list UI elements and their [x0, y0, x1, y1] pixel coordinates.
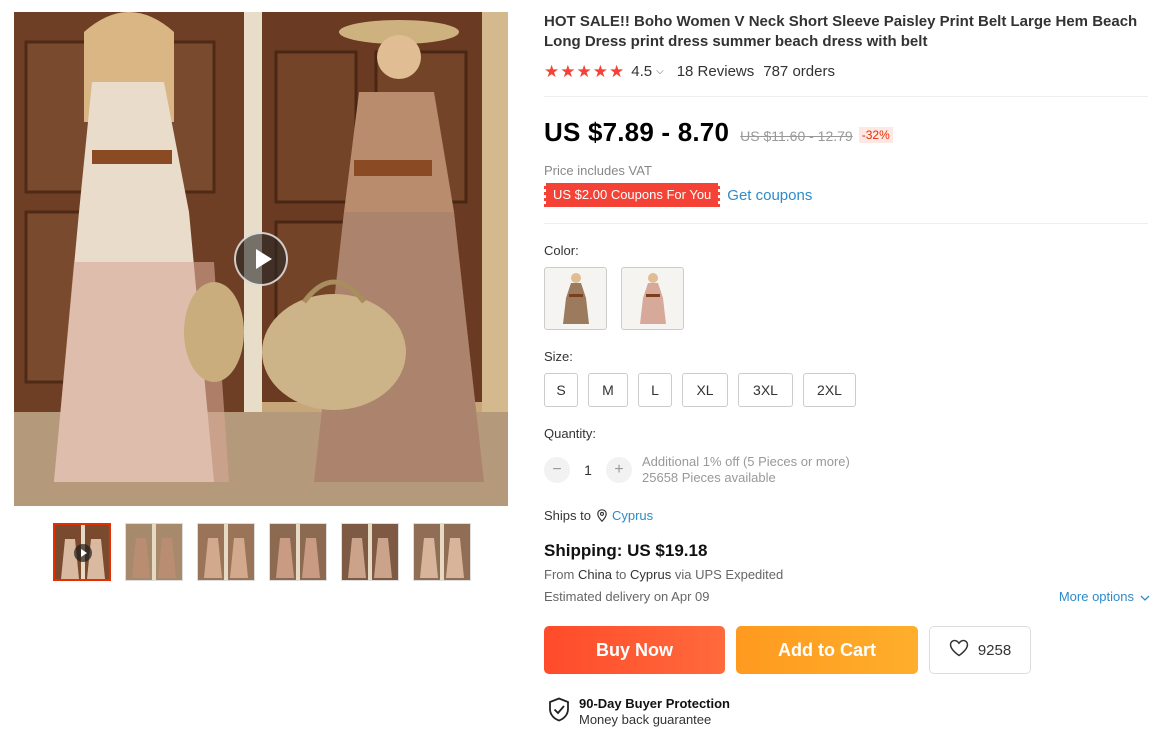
reviews-link[interactable]: 18 Reviews — [677, 63, 755, 80]
quantity-stepper: − 1 + Additional 1% off (5 Pieces or mor… — [544, 454, 1150, 486]
ships-to-row: Ships to Cyprus — [544, 508, 1150, 523]
quantity-label: Quantity: — [544, 426, 597, 441]
to-country: Cyprus — [630, 567, 672, 582]
thumbnail-image — [342, 524, 398, 580]
size-option-2xl[interactable]: 2XL — [803, 373, 856, 407]
color-swatches — [544, 267, 1150, 330]
color-swatch-floral[interactable] — [621, 267, 684, 330]
main-product-image[interactable] — [14, 12, 508, 506]
gallery-thumbnail[interactable] — [53, 523, 111, 581]
to-label: to — [615, 567, 627, 582]
gallery-thumbnail[interactable] — [413, 523, 471, 581]
protection-text: 90-Day Buyer Protection Money back guara… — [579, 696, 730, 728]
star-icon: ★ — [576, 62, 592, 81]
chevron-down-icon[interactable]: ⌵ — [656, 66, 664, 77]
gallery-thumbnail[interactable] — [125, 523, 183, 581]
thumbnail-image — [414, 524, 470, 580]
gallery-thumbnail[interactable] — [269, 523, 327, 581]
product-gallery — [14, 12, 508, 581]
thumbnail-image — [270, 524, 326, 580]
shipping-cost: Shipping: US $19.18 — [544, 541, 708, 560]
star-icon: ★ — [609, 62, 625, 81]
thumbnail-strip — [53, 523, 471, 581]
divider — [544, 96, 1148, 97]
swatch-image — [640, 273, 666, 324]
more-options-label: More options — [1058, 589, 1134, 604]
from-label: From — [544, 567, 575, 582]
size-option-3xl[interactable]: 3XL — [738, 373, 793, 407]
quantity-increase-button[interactable]: + — [606, 457, 632, 483]
play-icon — [255, 249, 272, 269]
estimated-delivery-row: Estimated delivery on Apr 09 More option… — [544, 589, 1150, 604]
rating-row: ★ ★ ★ ★ ★ 4.5 ⌵ 18 Reviews 787 orders — [544, 63, 1150, 80]
from-country: China — [577, 567, 612, 582]
product-title: HOT SALE!! Boho Women V Neck Short Sleev… — [544, 13, 1138, 50]
gallery-thumbnail[interactable] — [341, 523, 399, 581]
orders-count: 787 orders — [763, 63, 835, 80]
add-to-cart-button[interactable]: Add to Cart — [736, 626, 918, 674]
original-price: US $11.60 - 12.79 — [740, 128, 853, 144]
size-option-m[interactable]: M — [588, 373, 628, 407]
chevron-down-icon — [1140, 589, 1150, 604]
buyer-protection: 90-Day Buyer Protection Money back guara… — [548, 696, 1150, 728]
color-label: Color: — [544, 243, 579, 258]
rating-stars: ★ ★ ★ ★ ★ — [544, 63, 624, 80]
coupon-badge[interactable]: US $2.00 Coupons For You — [544, 183, 721, 207]
gallery-thumbnail[interactable] — [197, 523, 255, 581]
divider — [544, 223, 1148, 224]
location-pin-icon — [597, 509, 607, 522]
protection-title: 90-Day Buyer Protection — [579, 696, 730, 711]
star-icon: ★ — [560, 62, 576, 81]
ships-to-country[interactable]: Cyprus — [612, 508, 653, 523]
play-icon — [74, 544, 92, 562]
discount-badge: -32% — [858, 127, 893, 143]
size-option-xl[interactable]: XL — [682, 373, 728, 407]
shipping-route: From China to Cyprus via UPS Expedited — [544, 567, 1150, 582]
size-options: S M L XL 3XL 2XL — [544, 373, 1150, 407]
swatch-image — [563, 273, 589, 324]
quantity-note: Additional 1% off (5 Pieces or more) 256… — [642, 454, 850, 486]
available-pieces: 25658 Pieces available — [642, 470, 776, 485]
star-icon: ★ — [544, 62, 560, 81]
estimated-delivery: Estimated delivery on Apr 09 — [544, 589, 710, 604]
shield-check-icon — [548, 697, 570, 727]
size-label: Size: — [544, 349, 573, 364]
purchase-actions: Buy Now Add to Cart 9258 — [544, 626, 1150, 674]
get-coupons-link[interactable]: Get coupons — [727, 187, 812, 204]
quantity-value[interactable]: 1 — [570, 462, 606, 478]
wishlist-count: 9258 — [977, 641, 1012, 659]
more-options-link[interactable]: More options — [1059, 589, 1150, 604]
protection-subtitle: Money back guarantee — [579, 712, 712, 727]
star-icon: ★ — [592, 62, 608, 81]
thumbnail-image — [126, 524, 182, 580]
color-swatch-paisley[interactable] — [544, 267, 607, 330]
bulk-discount-note: Additional 1% off (5 Pieces or more) — [642, 454, 850, 469]
price-row: US $7.89 - 8.70 US $11.60 - 12.79 -32% — [544, 117, 1150, 148]
size-option-l[interactable]: L — [638, 373, 672, 407]
product-info: HOT SALE!! Boho Women V Neck Short Sleev… — [544, 12, 1150, 728]
buy-now-button[interactable]: Buy Now — [544, 626, 725, 674]
quantity-decrease-button[interactable]: − — [544, 457, 570, 483]
rating-value[interactable]: 4.5 — [631, 63, 652, 80]
coupon-row: US $2.00 Coupons For You Get coupons — [544, 183, 1150, 207]
ships-to-label: Ships to — [544, 508, 591, 523]
play-video-button[interactable] — [234, 232, 288, 286]
shipping-carrier: via UPS Expedited — [674, 567, 784, 582]
thumbnail-image — [198, 524, 254, 580]
current-price: US $7.89 - 8.70 — [544, 117, 730, 147]
size-option-s[interactable]: S — [544, 373, 578, 407]
vat-note: Price includes VAT — [544, 163, 652, 178]
wishlist-button[interactable]: 9258 — [929, 626, 1031, 674]
heart-icon — [949, 639, 969, 661]
